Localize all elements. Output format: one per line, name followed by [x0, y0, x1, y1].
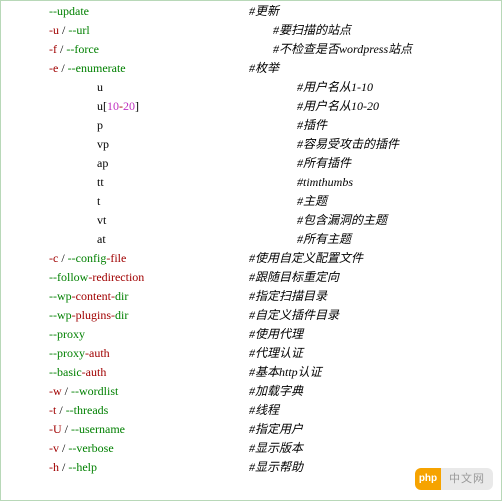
- option-row: t #主题: [1, 193, 501, 212]
- option-row: p #插件: [1, 117, 501, 136]
- option-row: --proxy #使用代理: [1, 326, 501, 345]
- option-comment: #用户名从10-20: [297, 100, 379, 112]
- option-text: p: [97, 119, 103, 131]
- option-row: -U / --username #指定用户: [1, 421, 501, 440]
- option-text: --proxy-auth: [49, 347, 110, 359]
- option-text: --follow-redirection: [49, 271, 144, 283]
- option-text: -e / --enumerate: [49, 62, 126, 74]
- option-comment: #使用代理: [249, 328, 303, 340]
- option-text: tt: [97, 176, 104, 188]
- option-row: tt #timthumbs: [1, 174, 501, 193]
- option-text: u: [97, 81, 103, 93]
- option-row: --follow-redirection #跟随目标重定向: [1, 269, 501, 288]
- option-text: -c / --config-file: [49, 252, 126, 264]
- option-comment: #显示版本: [249, 442, 303, 454]
- option-text: -U / --username: [49, 423, 125, 435]
- option-text: --wp-plugins-dir: [49, 309, 128, 321]
- option-comment: #插件: [297, 119, 327, 131]
- option-text: -f / --force: [49, 43, 99, 55]
- option-text: ap: [97, 157, 108, 169]
- option-text: u[10-20]: [97, 100, 139, 112]
- option-text: vp: [97, 138, 109, 150]
- option-row: --basic-auth #基本http认证: [1, 364, 501, 383]
- option-comment: #使用自定义配置文件: [249, 252, 363, 264]
- option-comment: #自定义插件目录: [249, 309, 339, 321]
- option-row: u[10-20] #用户名从10-20: [1, 98, 501, 117]
- option-text: vt: [97, 214, 106, 226]
- option-comment: #所有主题: [297, 233, 351, 245]
- option-row: -c / --config-file #使用自定义配置文件: [1, 250, 501, 269]
- option-text: -h / --help: [49, 461, 97, 473]
- option-comment: #要扫描的站点: [273, 24, 351, 36]
- option-row: --wp-plugins-dir #自定义插件目录: [1, 307, 501, 326]
- option-text: -t / --threads: [49, 404, 108, 416]
- option-row: --proxy-auth #代理认证: [1, 345, 501, 364]
- option-row: vp #容易受攻击的插件: [1, 136, 501, 155]
- option-row: -h / --help #显示帮助: [1, 459, 501, 478]
- option-comment: #容易受攻击的插件: [297, 138, 399, 150]
- option-row: -u / --url #要扫描的站点: [1, 22, 501, 41]
- option-comment: #指定扫描目录: [249, 290, 327, 302]
- option-comment: #包含漏洞的主题: [297, 214, 387, 226]
- option-text: -v / --verbose: [49, 442, 114, 454]
- option-row: -e / --enumerate #枚举: [1, 60, 501, 79]
- option-list: --update #更新 -u / --url #要扫描的站点 -f / --force…: [1, 1, 501, 478]
- option-text: --update: [49, 5, 89, 17]
- option-row: vt #包含漏洞的主题: [1, 212, 501, 231]
- option-row: --update #更新: [1, 3, 501, 22]
- option-row: ap #所有插件: [1, 155, 501, 174]
- option-comment: #不检查是否wordpress站点: [273, 43, 412, 55]
- option-comment: #枚举: [249, 62, 279, 74]
- option-text: --proxy: [49, 328, 85, 340]
- option-text: t: [97, 195, 100, 207]
- option-comment: #所有插件: [297, 157, 351, 169]
- option-row: -t / --threads #线程: [1, 402, 501, 421]
- option-comment: #更新: [249, 5, 279, 17]
- option-row: u #用户名从1-10: [1, 79, 501, 98]
- option-text: at: [97, 233, 106, 245]
- option-row: -w / --wordlist #加载字典: [1, 383, 501, 402]
- option-row: -f / --force #不检查是否wordpress站点: [1, 41, 501, 60]
- option-row: --wp-content-dir #指定扫描目录: [1, 288, 501, 307]
- option-text: --wp-content-dir: [49, 290, 128, 302]
- option-comment: #线程: [249, 404, 279, 416]
- option-row: at #所有主题: [1, 231, 501, 250]
- option-comment: #timthumbs: [297, 176, 353, 188]
- option-row: -v / --verbose #显示版本: [1, 440, 501, 459]
- option-comment: #加载字典: [249, 385, 303, 397]
- option-comment: #跟随目标重定向: [249, 271, 339, 283]
- option-comment: #主题: [297, 195, 327, 207]
- option-comment: #指定用户: [249, 423, 303, 435]
- option-text: -w / --wordlist: [49, 385, 118, 397]
- option-comment: #用户名从1-10: [297, 81, 373, 93]
- option-text: --basic-auth: [49, 366, 106, 378]
- option-text: -u / --url: [49, 24, 90, 36]
- option-comment: #显示帮助: [249, 461, 303, 473]
- option-comment: #基本http认证: [249, 366, 322, 378]
- option-comment: #代理认证: [249, 347, 303, 359]
